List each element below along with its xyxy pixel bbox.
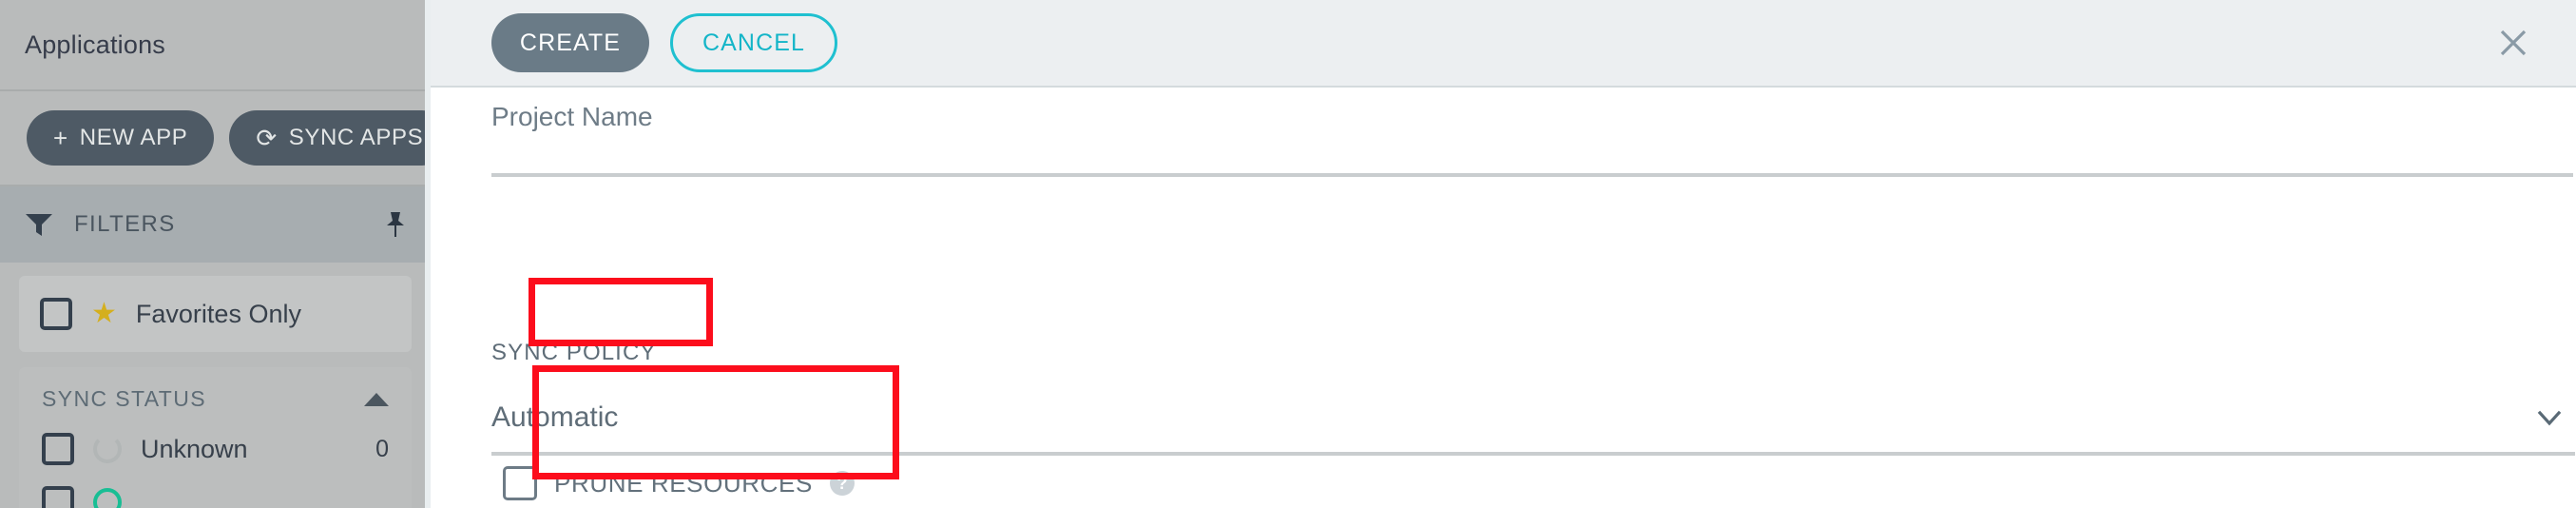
sync-apps-label: SYNC APPS: [288, 125, 424, 150]
project-name-field: Project Name: [491, 88, 2573, 177]
favorites-only-checkbox[interactable]: [40, 298, 72, 330]
favorites-only-row[interactable]: ★ Favorites Only: [19, 287, 412, 341]
favorites-only-label: Favorites Only: [135, 299, 301, 328]
close-icon[interactable]: [2494, 24, 2532, 62]
sync-status-header[interactable]: SYNC STATUS: [19, 381, 412, 421]
synced-circle-icon: [93, 488, 122, 508]
prune-resources-checkbox[interactable]: [503, 466, 537, 500]
sync-policy-select[interactable]: Automatic: [491, 387, 2575, 448]
sidebar-action-bar: + NEW APP ⟳ SYNC APPS: [0, 91, 431, 186]
sync-policy-field: SYNC POLICY Automatic: [491, 340, 2575, 456]
plus-icon: +: [53, 124, 68, 152]
sync-status-title: SYNC STATUS: [42, 386, 207, 411]
project-name-label: Project Name: [491, 102, 653, 131]
sync-status-unknown-label: Unknown: [141, 434, 248, 463]
sync-status-row-partial[interactable]: [19, 477, 412, 508]
sync-apps-button[interactable]: ⟳ SYNC APPS: [229, 110, 431, 166]
filters-label: FILTERS: [74, 211, 176, 237]
chevron-down-icon[interactable]: [2533, 401, 2566, 434]
sync-status-unknown-count: 0: [375, 435, 389, 462]
sync-policy-underline: [491, 452, 2575, 456]
project-name-underline: [491, 173, 2573, 177]
page-title: Applications: [25, 29, 165, 59]
main-panel: CREATE CANCEL Project Name SYNC POLICY A…: [431, 0, 2576, 508]
form-toolbar: CREATE CANCEL: [431, 0, 2576, 88]
sync-status-unknown-checkbox[interactable]: [42, 433, 74, 465]
cancel-button[interactable]: CANCEL: [670, 13, 837, 72]
new-app-label: NEW APP: [79, 125, 188, 150]
sync-options-checkboxes: PRUNE RESOURCES ? SELF HEAL ?: [491, 459, 855, 508]
sync-policy-label: SYNC POLICY: [491, 340, 657, 365]
spinner-circle-icon: [93, 435, 122, 463]
sidebar-header: Applications: [0, 0, 431, 91]
create-button[interactable]: CREATE: [491, 13, 649, 72]
prune-resources-row[interactable]: PRUNE RESOURCES ?: [491, 459, 855, 508]
sidebar: Applications + NEW APP ⟳ SYNC APPS FILTE…: [0, 0, 431, 508]
app-screen: Applications + NEW APP ⟳ SYNC APPS FILTE…: [0, 0, 2576, 508]
create-application-form: Project Name SYNC POLICY Automatic PRUNE…: [431, 88, 2576, 508]
sync-status-synced-checkbox[interactable]: [42, 486, 74, 508]
sync-status-card: SYNC STATUS Unknown 0: [19, 367, 412, 508]
sync-status-row-unknown[interactable]: Unknown 0: [19, 421, 412, 477]
prune-resources-help-icon[interactable]: ?: [829, 471, 855, 496]
caret-up-icon[interactable]: [364, 392, 389, 406]
funnel-icon: [26, 214, 52, 236]
star-icon: ★: [91, 298, 117, 329]
pin-icon[interactable]: [383, 210, 408, 239]
filters-header: FILTERS: [0, 186, 431, 263]
new-app-button[interactable]: + NEW APP: [27, 110, 215, 166]
sync-policy-value: Automatic: [491, 401, 619, 433]
favorites-filter-card: ★ Favorites Only: [19, 276, 412, 352]
sync-icon: ⟳: [256, 124, 278, 152]
prune-resources-label: PRUNE RESOURCES: [554, 468, 813, 498]
